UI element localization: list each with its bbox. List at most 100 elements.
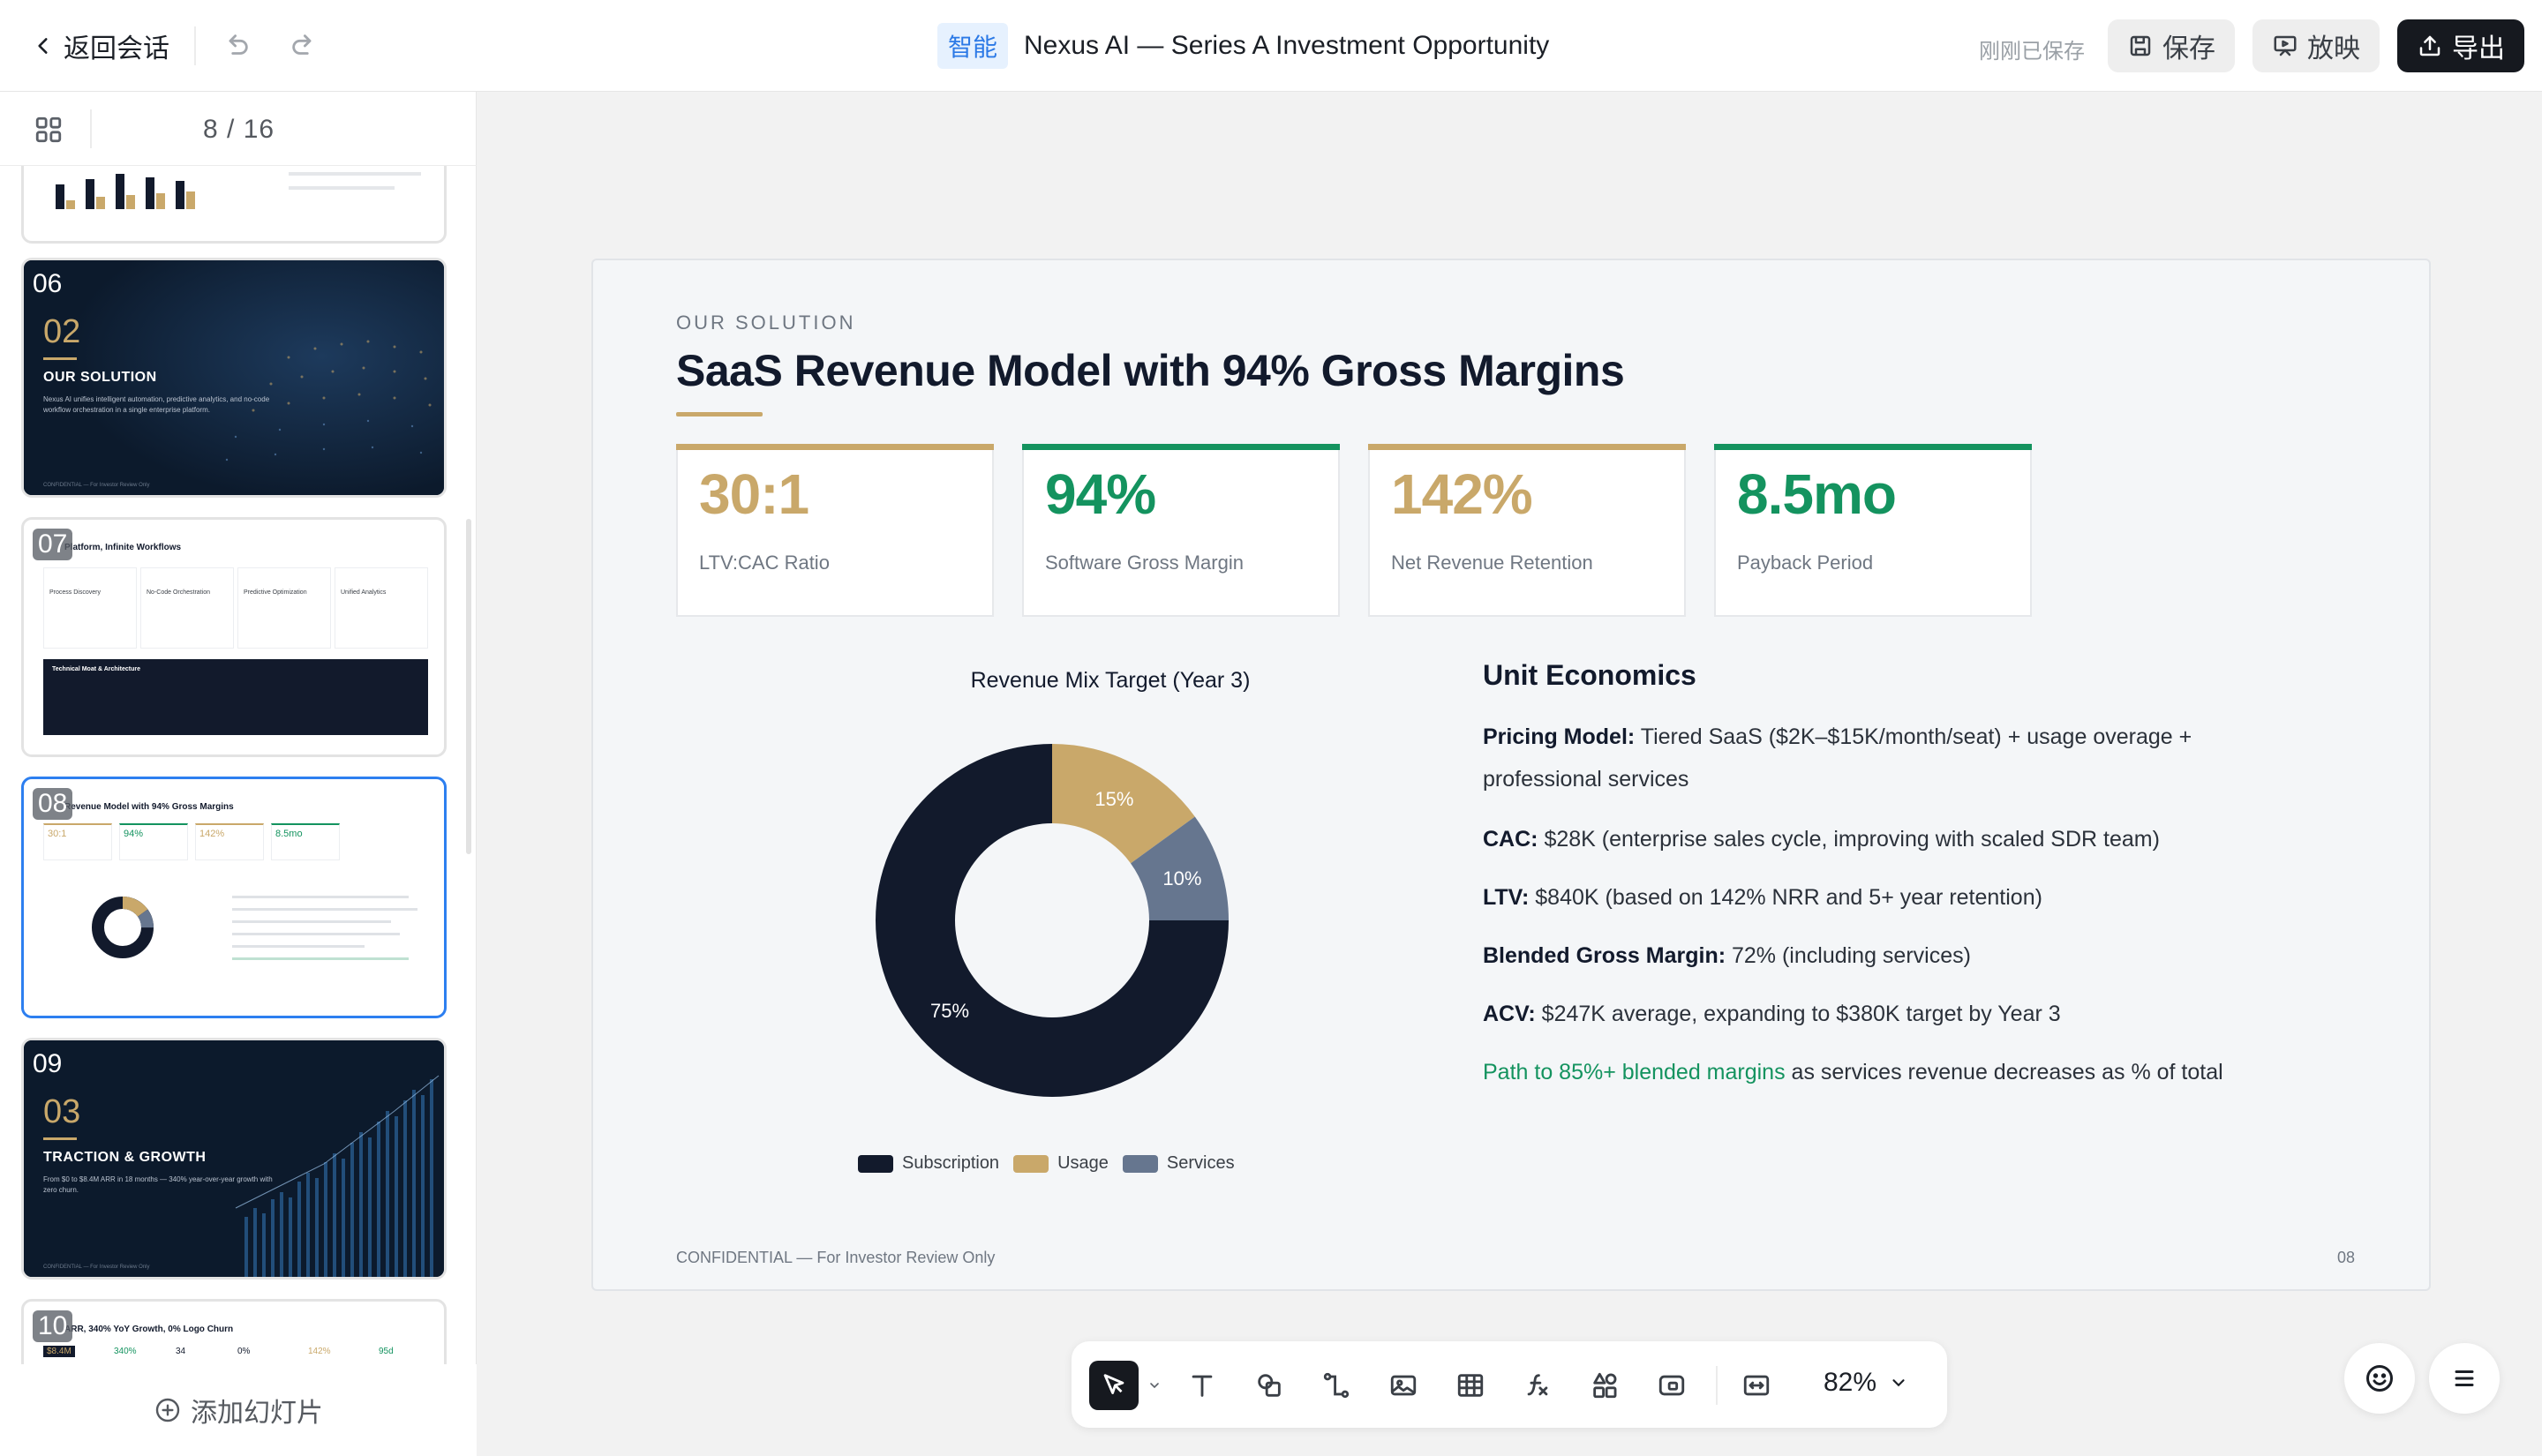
save-status: 刚刚已保存 [1979,40,2085,64]
slide-thumbnail-07[interactable]: 07 Platform, Infinite Workflows Process … [21,517,447,757]
document-title[interactable]: Nexus AI — Series A Investment Opportuni… [1024,31,1549,61]
back-to-chat-button[interactable]: 返回会话 [32,26,169,65]
slide-thumbnail-10[interactable]: 10 ARR, 340% YoY Growth, 0% Logo Churn $… [21,1299,447,1364]
thumbnail-stat: 0% [237,1347,251,1356]
table-tool[interactable] [1446,1361,1495,1410]
thumbnail-stat: 95d [379,1347,394,1356]
thumbnail-heading: OUR SOLUTION [43,370,157,385]
menu-button[interactable] [2429,1343,2500,1414]
slide-eyebrow[interactable]: OUR SOLUTION [676,311,855,334]
thumbnail-card-title: No-Code Orchestration [147,589,210,596]
accent-rule [43,1137,77,1140]
metric-label: Payback Period [1737,552,1874,574]
slide-panel-header: 8 / 16 [0,92,477,166]
grid-view-icon[interactable] [34,115,64,145]
unit-econ-row-acv[interactable]: ACV: $247K average, expanding to $380K t… [1483,993,2313,1035]
redo-icon [292,34,312,55]
slide-footer[interactable]: CONFIDENTIAL — For Investor Review Only [676,1249,995,1267]
unit-econ-row-blended-margin[interactable]: Blended Gross Margin: 72% (including ser… [1483,934,2313,977]
slide-thumbnail-09[interactable]: 09 03 TRACTION & GROWTH From $0 to $8.4M… [21,1038,447,1280]
zoom-level: 82% [1824,1368,1877,1397]
chevron-left-icon [38,38,48,54]
export-button[interactable]: 导出 [2397,19,2524,72]
thumbnail-metric: 94% [119,823,188,860]
thumbnail-title: Revenue Model with 94% Gross Margins [64,802,234,812]
unit-econ-row-cac[interactable]: CAC: $28K (enterprise sales cycle, impro… [1483,818,2313,860]
unit-econ-text: 72% (including services) [1726,943,1971,968]
thumbnail-list[interactable]: 06 02 OUR SOLUTION Nexus AI unifies inte… [0,166,477,1364]
thumbnail-stat: 340% [114,1347,137,1356]
divider [90,109,92,148]
thumbnail-donut [92,897,154,958]
thumbnail-stat: $8.4M [43,1346,75,1357]
chart-title[interactable]: Revenue Mix Target (Year 3) [856,668,1365,694]
thumbnail-metric-value: 30:1 [48,829,67,839]
add-slide-button[interactable]: 添加幻灯片 [0,1364,477,1456]
unit-economics-title[interactable]: Unit Economics [1483,659,1696,692]
metric-value: 30:1 [699,462,809,526]
title-accent-rule [676,412,763,417]
metric-card-ltv-cac[interactable]: 30:1 LTV:CAC Ratio [676,444,994,617]
metric-accent-bar [1022,444,1340,450]
formula-tool[interactable] [1513,1361,1562,1410]
slide-thumbnail-05[interactable] [21,166,447,244]
undo-icon [229,34,248,55]
thumbnail-scrollbar[interactable] [466,519,471,854]
unit-econ-row-margin-path[interactable]: Path to 85%+ blended margins as services… [1483,1051,2313,1093]
unit-econ-key: CAC: [1483,827,1538,852]
thumbnail-card: Predictive Optimization [237,567,331,649]
fit-to-screen-tool[interactable] [1732,1361,1781,1410]
fit-icon [1743,1375,1770,1396]
formula-icon [1527,1374,1548,1396]
divider [194,26,196,65]
thumbnail-number: 09 [33,1049,63,1078]
section-number: 03 [43,1093,81,1130]
thumbnail-subtitle: From $0 to $8.4M ARR in 18 months — 340%… [43,1175,273,1194]
zoom-dropdown[interactable]: 82% [1824,1368,1908,1398]
redo-button[interactable] [286,28,321,64]
save-icon [2130,35,2151,56]
unit-econ-row-pricing[interactable]: Pricing Model: Tiered SaaS ($2K–$15K/mon… [1483,716,2313,800]
slide-canvas[interactable]: OUR SOLUTION SaaS Revenue Model with 94%… [591,259,2431,1291]
metric-card-payback[interactable]: 8.5mo Payback Period [1714,444,2032,617]
select-tool[interactable] [1089,1361,1139,1410]
connector-tool[interactable] [1312,1361,1361,1410]
metric-card-gross-margin[interactable]: 94% Software Gross Margin [1022,444,1340,617]
text-tool[interactable] [1177,1361,1227,1410]
unit-econ-row-ltv[interactable]: LTV: $840K (based on 142% NRR and 5+ yea… [1483,876,2313,919]
chart-legend: Subscription Usage Services [858,1153,1235,1174]
section-number: 02 [43,313,81,350]
thumbnail-text-line [232,945,365,948]
legend-item-services: Services [1122,1153,1235,1174]
components-tool[interactable] [1580,1361,1629,1410]
menu-icon [2455,1370,2474,1386]
smiley-icon [2366,1365,2393,1392]
shape-tool[interactable] [1245,1361,1294,1410]
save-button[interactable]: 保存 [2108,19,2235,72]
image-icon [1390,1375,1417,1396]
text-icon [1192,1375,1213,1397]
thumbnail-card-title: Process Discovery [49,589,101,596]
chevron-down-icon[interactable] [1147,1378,1162,1392]
thumbnail-stat: 34 [176,1347,186,1356]
components-icon [1593,1372,1617,1399]
present-button[interactable]: 放映 [2252,19,2380,72]
slide-thumbnail-06[interactable]: 06 02 OUR SOLUTION Nexus AI unifies inte… [21,258,447,498]
donut-slice-label: 10% [1162,867,1201,889]
slide-thumbnail-08[interactable]: 08 Revenue Model with 94% Gross Margins … [21,777,447,1018]
media-icon [1658,1375,1685,1396]
feedback-button[interactable] [2344,1343,2415,1414]
shape-icon [1258,1374,1281,1397]
top-bar: 返回会话 智能 Nexus AI — Series A Investment O… [0,0,2542,92]
donut-slice-label: 75% [930,1000,969,1022]
thumbnail-text-line [232,908,417,911]
margin-path-text: as services revenue decreases as % of to… [1785,1060,2223,1084]
media-tool[interactable] [1647,1361,1696,1410]
chevron-down-icon [1892,1379,1905,1387]
image-tool[interactable] [1379,1361,1428,1410]
revenue-mix-donut-chart[interactable]: 15% 10% 75% [876,744,1229,1097]
metric-card-nrr[interactable]: 142% Net Revenue Retention [1368,444,1686,617]
slide-title[interactable]: SaaS Revenue Model with 94% Gross Margin… [676,345,1625,396]
thumbnail-metric: 30:1 [43,823,112,860]
undo-button[interactable] [219,28,254,64]
